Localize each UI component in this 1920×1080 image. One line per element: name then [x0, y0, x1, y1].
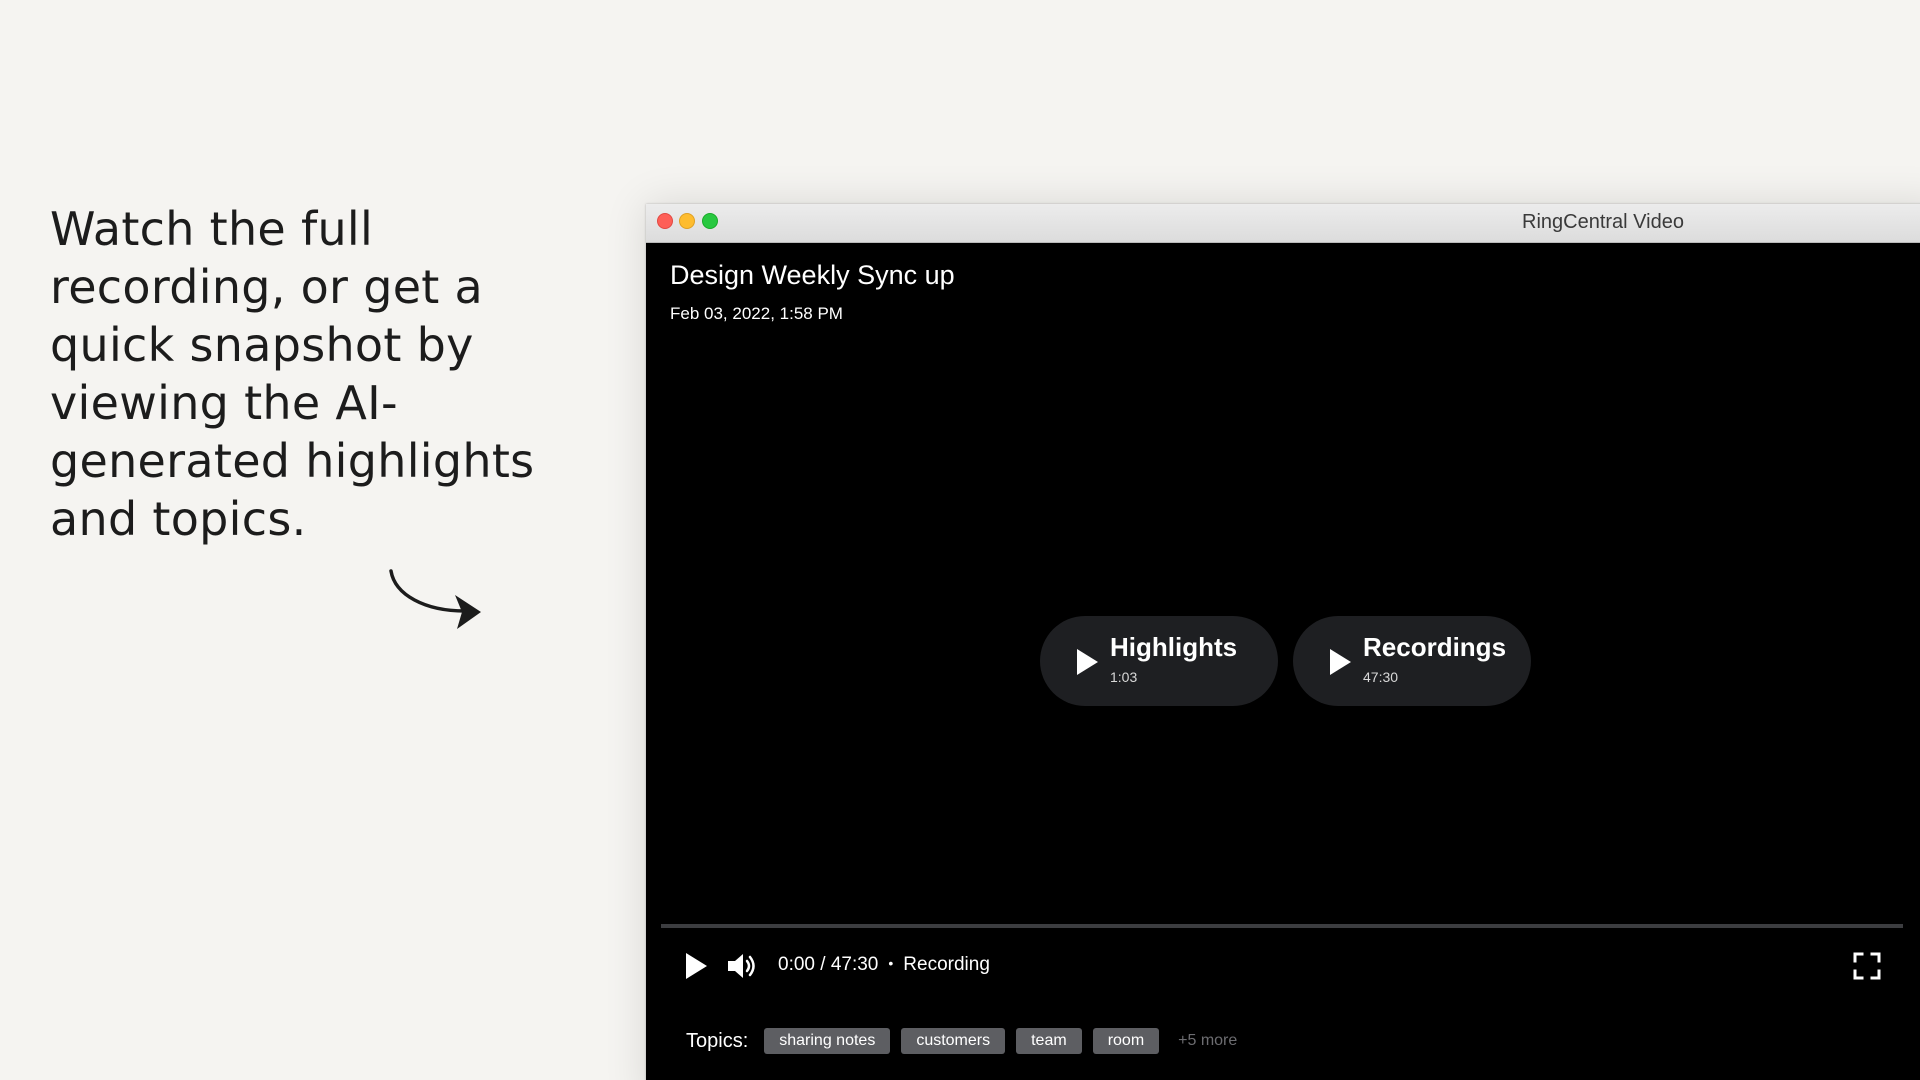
playback-time: 0:00 / 47:30 [778, 954, 879, 975]
volume-icon[interactable] [726, 951, 758, 981]
topic-chip[interactable]: customers [901, 1028, 1006, 1054]
recordings-label: Recordings [1363, 632, 1507, 662]
time-readout: 0:00 / 47:30 • Recording [778, 954, 990, 976]
minimize-button[interactable] [679, 213, 695, 229]
play-icon [1330, 649, 1351, 675]
separator-dot: • [888, 955, 894, 971]
promo-headline: Watch the full recording, or get a quick… [50, 202, 535, 546]
topic-chip[interactable]: room [1092, 1028, 1160, 1054]
highlights-duration: 1:03 [1110, 669, 1138, 685]
more-topics-link[interactable]: +5 more [1178, 1032, 1237, 1050]
maximize-button[interactable] [702, 213, 718, 229]
curved-arrow-icon [389, 569, 481, 629]
app-title: RingCentral Video [1522, 211, 1684, 233]
topics-row: Topics: sharing notes customers team roo… [686, 1028, 1237, 1054]
highlights-button[interactable]: Highlights 1:03 [1040, 616, 1278, 706]
progress-bar[interactable] [661, 924, 1903, 928]
topic-chip[interactable]: team [1016, 1028, 1082, 1054]
playback-mode: Recording [903, 954, 990, 975]
fullscreen-icon[interactable] [1852, 951, 1882, 981]
play-icon[interactable] [683, 951, 709, 981]
topic-chip[interactable]: sharing notes [764, 1028, 891, 1054]
recordings-duration: 47:30 [1363, 669, 1399, 685]
close-button[interactable] [657, 213, 673, 229]
highlights-label: Highlights [1110, 632, 1238, 662]
topics-label: Topics: [686, 1029, 749, 1052]
recordings-button[interactable]: Recordings 47:30 [1293, 616, 1531, 706]
meeting-title: Design Weekly Sync up [670, 260, 955, 290]
app-window: RingCentral Video Design Weekly Sync up … [646, 204, 1920, 1080]
page: Watch the full recording, or get a quick… [0, 0, 1920, 1080]
meeting-date: Feb 03, 2022, 1:58 PM [670, 304, 843, 323]
play-icon [1077, 649, 1098, 675]
window-titlebar[interactable]: RingCentral Video [646, 204, 1920, 243]
